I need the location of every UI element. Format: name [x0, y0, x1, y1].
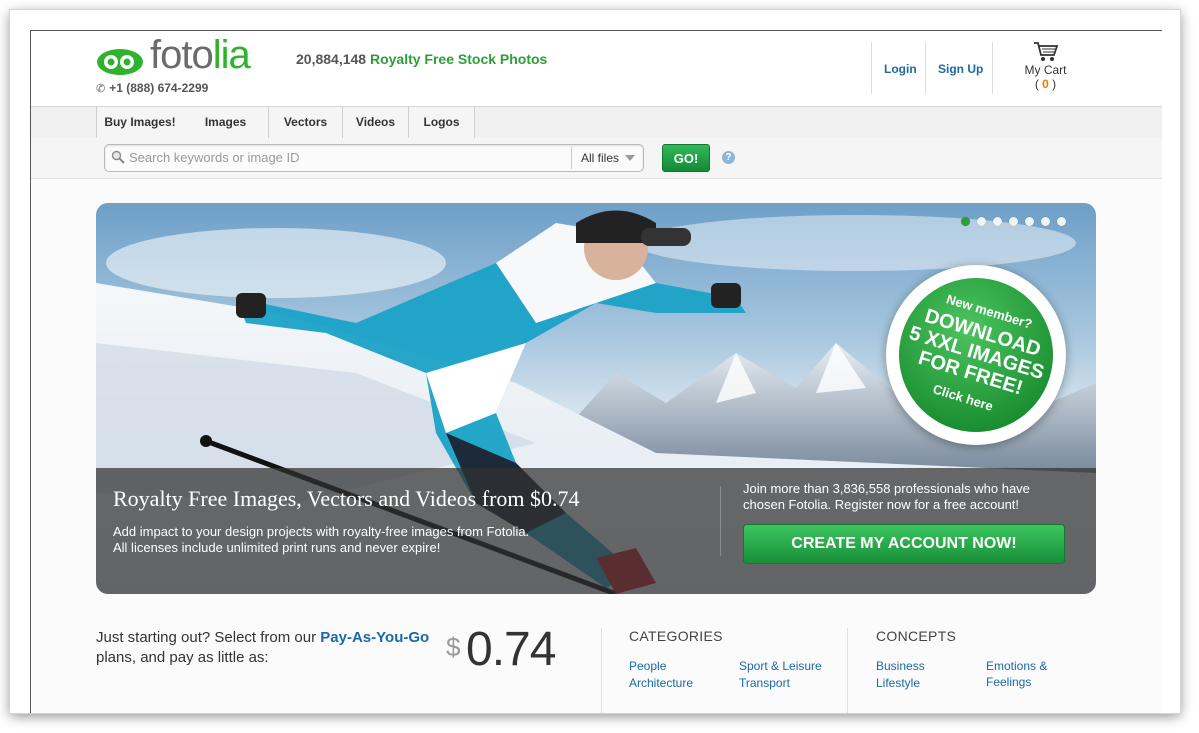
chevron-down-icon: [625, 155, 635, 161]
slide-dot-1[interactable]: [961, 217, 970, 226]
slide-dot-5[interactable]: [1025, 217, 1034, 226]
tab-logos[interactable]: Logos: [409, 107, 475, 138]
category-link-architecture[interactable]: Architecture: [629, 676, 693, 690]
hero-description: Add impact to your design projects with …: [113, 524, 530, 555]
join-text: Join more than 3,836,558 professionals w…: [743, 481, 1030, 512]
fotolia-logo-icon: [97, 49, 143, 75]
search-icon: [111, 150, 125, 164]
tab-videos[interactable]: Videos: [343, 107, 409, 138]
concepts-title: CONCEPTS: [876, 628, 957, 644]
cart-button[interactable]: My Cart ( 0 ): [1023, 41, 1068, 91]
photo-count-tagline: 20,884,148 Royalty Free Stock Photos: [296, 51, 548, 67]
category-link-transport[interactable]: Transport: [739, 676, 790, 690]
slide-indicators: [961, 217, 1066, 226]
hero-banner[interactable]: New member? DOWNLOAD 5 XXL IMAGES FOR FR…: [96, 203, 1096, 594]
tab-vectors[interactable]: Vectors: [269, 107, 343, 138]
hero-caption: Royalty Free Images, Vectors and Videos …: [96, 468, 1096, 594]
cart-label: My Cart: [1024, 63, 1067, 77]
page: fotolia ✆ +1 (888) 674-2299 20,884,148 Ro…: [30, 30, 1162, 713]
main-nav: Buy Images! Images Vectors Videos Logos: [31, 106, 1162, 139]
file-type-select[interactable]: All files: [571, 147, 641, 169]
search-box: All files: [104, 144, 644, 172]
header-divider: [992, 42, 993, 94]
free-download-badge[interactable]: New member? DOWNLOAD 5 XXL IMAGES FOR FR…: [879, 258, 1073, 452]
help-icon[interactable]: ?: [722, 151, 735, 164]
concept-link-emotions[interactable]: Emotions &: [986, 659, 1047, 673]
logo-wordmark: fotolia: [150, 33, 251, 77]
slide-dot-6[interactable]: [1041, 217, 1050, 226]
go-button[interactable]: GO!: [662, 144, 710, 172]
pricing-intro: Just starting out? Select from our Pay-A…: [96, 629, 430, 666]
concept-link-business[interactable]: Business: [876, 659, 925, 673]
category-link-people[interactable]: People: [629, 659, 666, 673]
category-link-sport[interactable]: Sport & Leisure: [739, 659, 822, 673]
categories-title: CATEGORIES: [629, 628, 723, 644]
hero-title: Royalty Free Images, Vectors and Videos …: [113, 486, 580, 511]
concept-link-feelings[interactable]: Feelings: [986, 675, 1031, 689]
login-link[interactable]: Login: [884, 62, 917, 76]
site-header: fotolia ✆ +1 (888) 674-2299 20,884,148 Ro…: [31, 31, 1162, 106]
tab-images[interactable]: Images: [183, 107, 269, 138]
tab-buy-images[interactable]: Buy Images!: [96, 107, 184, 138]
slide-dot-4[interactable]: [1009, 217, 1018, 226]
search-input[interactable]: [129, 148, 569, 166]
header-divider: [871, 42, 872, 94]
cart-count: ( 0 ): [1034, 77, 1057, 91]
slide-dot-3[interactable]: [993, 217, 1002, 226]
phone-number: ✆ +1 (888) 674-2299: [96, 81, 209, 95]
phone-icon: ✆: [96, 83, 106, 95]
pay-as-you-go-link[interactable]: Pay-As-You-Go: [320, 629, 429, 646]
slide-dot-2[interactable]: [977, 217, 986, 226]
signup-link[interactable]: Sign Up: [938, 62, 983, 76]
search-bar: All files GO! ?: [31, 138, 1162, 179]
price-amount: 0.74: [466, 623, 556, 676]
browser-frame: fotolia ✆ +1 (888) 674-2299 20,884,148 Ro…: [10, 10, 1180, 713]
concept-link-lifestyle[interactable]: Lifestyle: [876, 676, 920, 690]
slide-dot-7[interactable]: [1057, 217, 1066, 226]
create-account-button[interactable]: CREATE MY ACCOUNT NOW!: [743, 524, 1065, 564]
cart-icon: [1033, 42, 1058, 61]
price-currency: $: [446, 632, 461, 662]
header-divider: [925, 42, 926, 94]
